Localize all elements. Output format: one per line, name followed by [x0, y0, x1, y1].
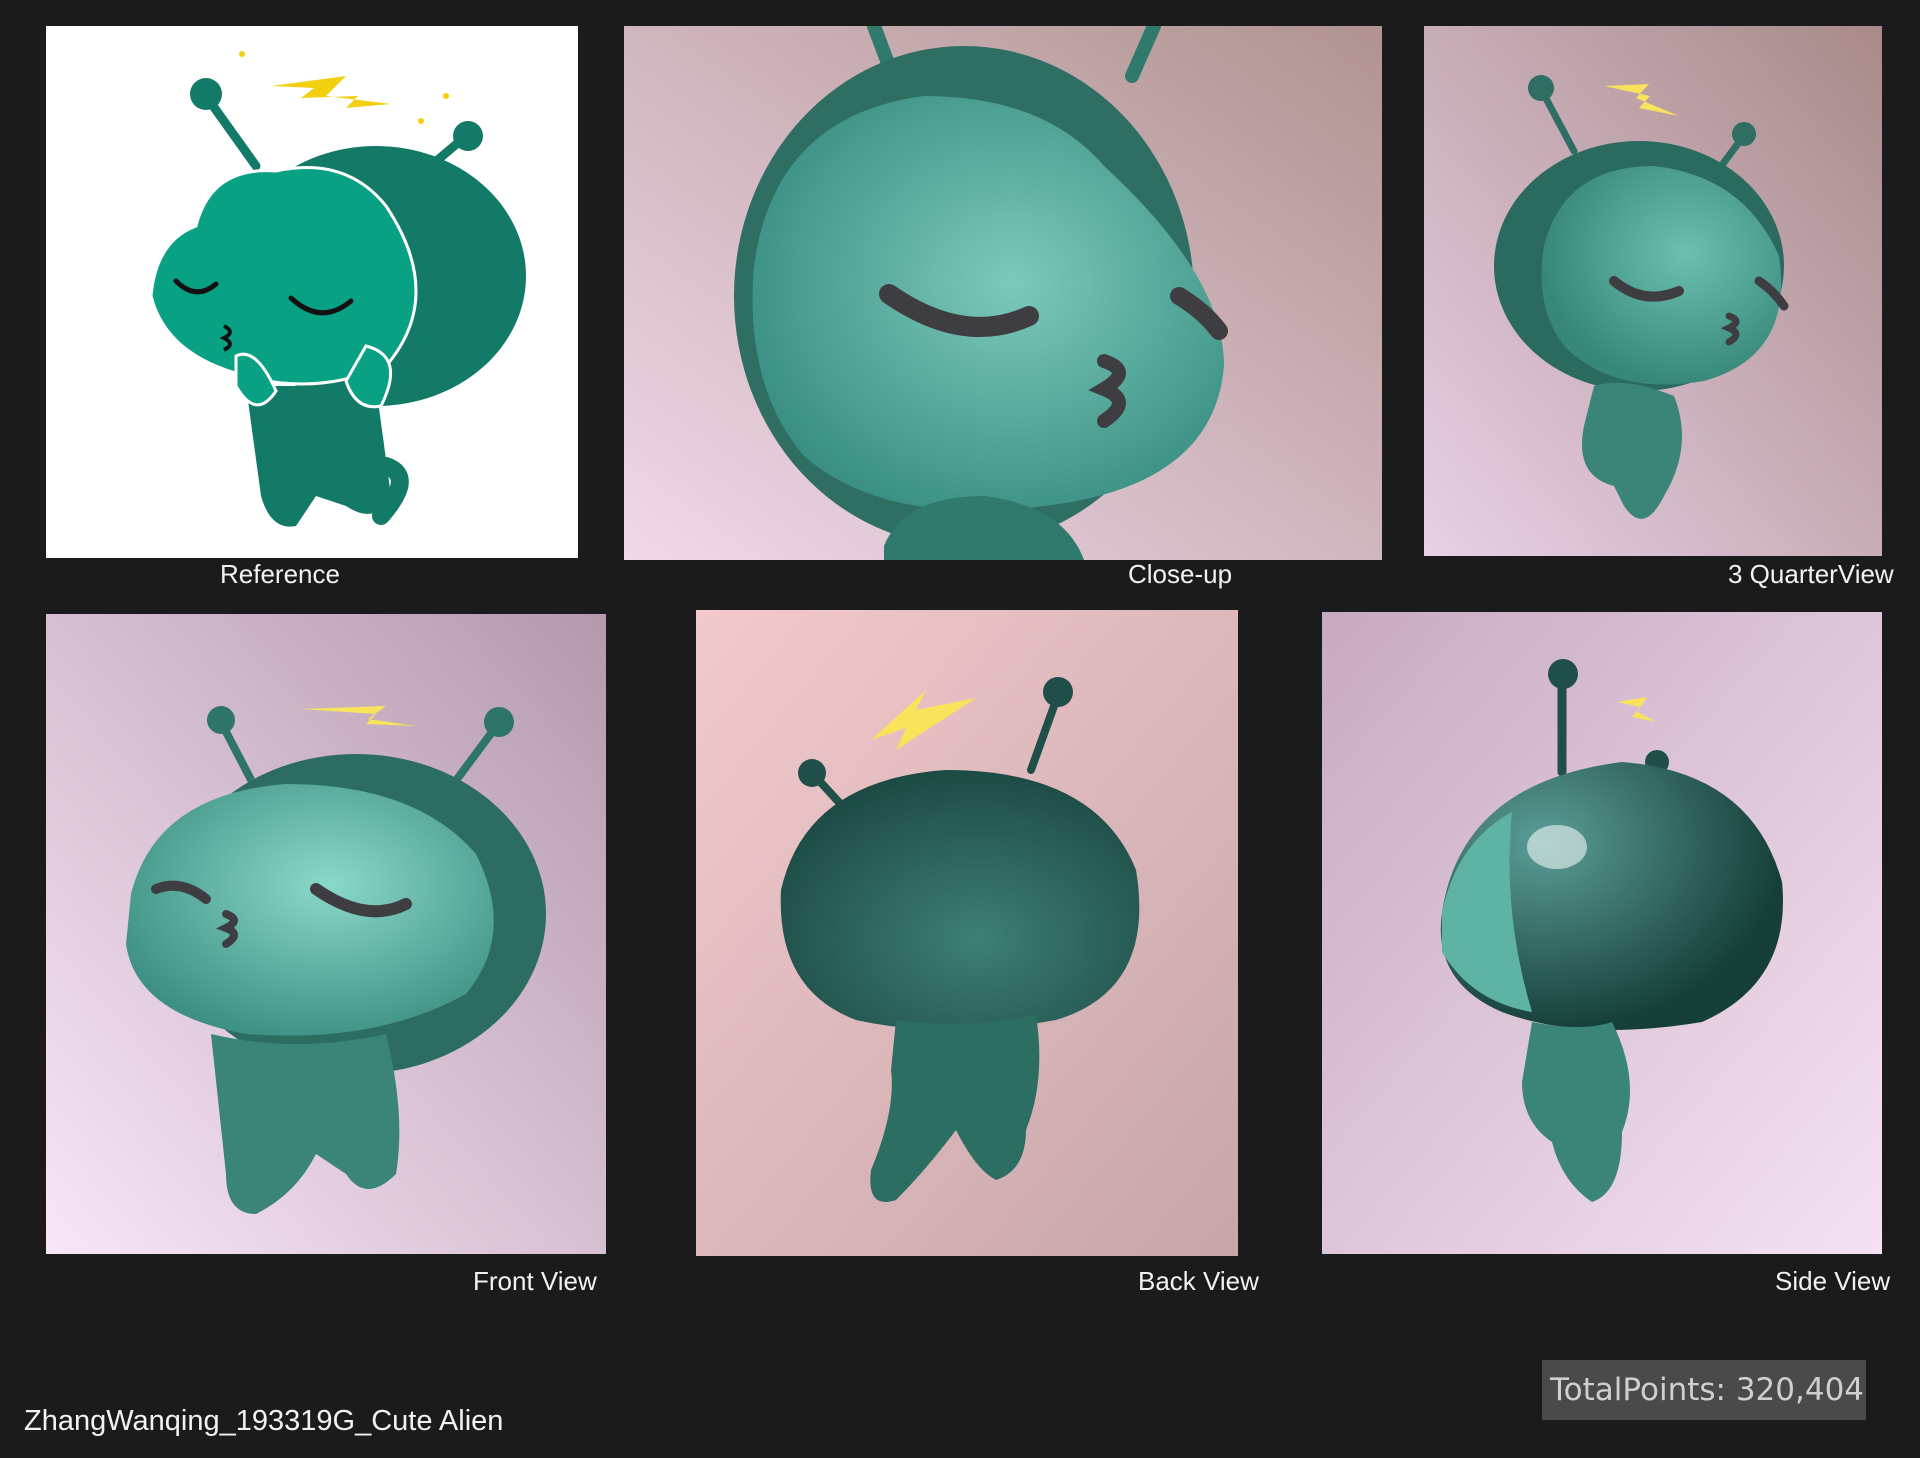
- caption-front-view: Front View: [473, 1266, 597, 1296]
- caption-side-view: Side View: [1775, 1266, 1891, 1296]
- reference-image: [46, 26, 578, 558]
- three-quarter-render: [1424, 26, 1882, 556]
- front-view-render: [46, 614, 606, 1254]
- caption-closeup: Close-up: [1128, 559, 1233, 589]
- caption-three-quarter: 3 QuarterView: [1728, 559, 1894, 589]
- closeup-render: [624, 26, 1382, 560]
- back-view-render: [696, 610, 1238, 1256]
- side-view-render: [1322, 612, 1882, 1254]
- project-title: ZhangWanqing_193319G_Cute Alien: [24, 1405, 504, 1437]
- caption-reference: Reference: [220, 559, 340, 589]
- caption-back-view: Back View: [1138, 1266, 1259, 1296]
- total-points-readout: TotalPoints: 320,404: [1542, 1360, 1866, 1420]
